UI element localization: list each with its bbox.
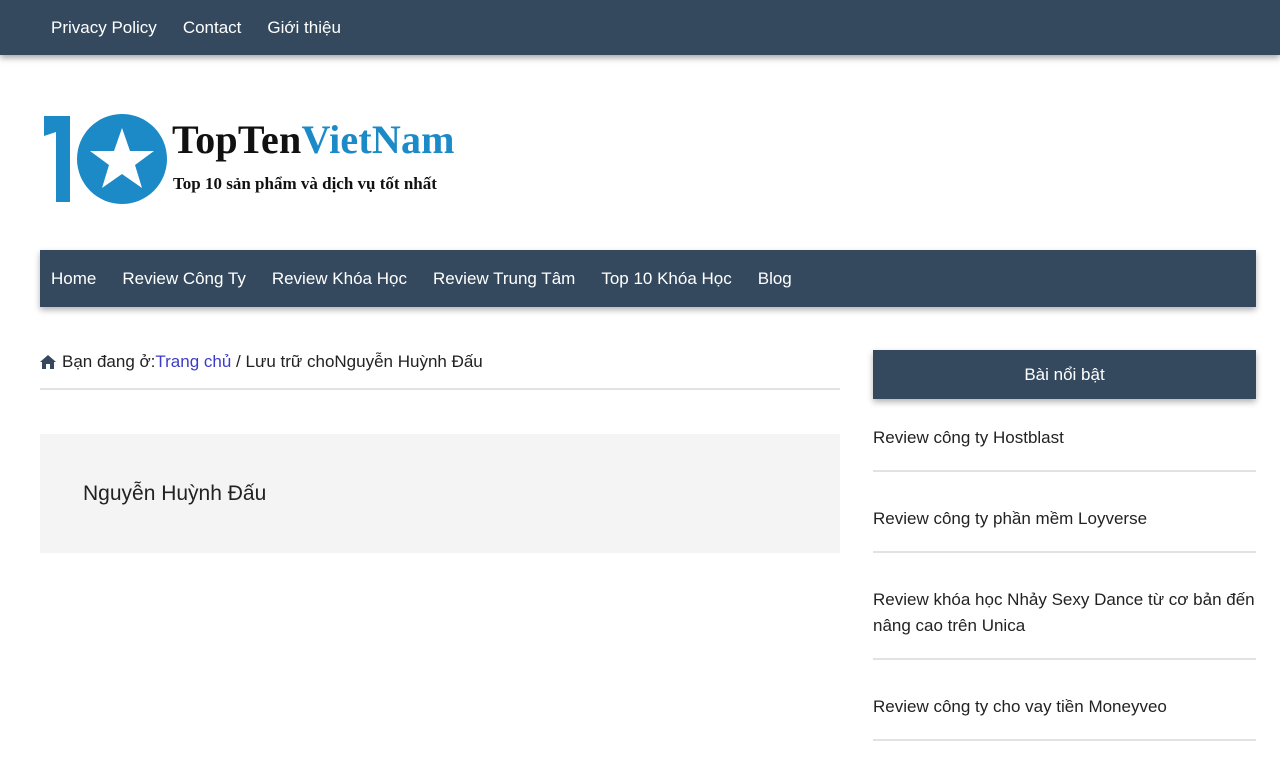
top-navigation: Privacy Policy Contact Giới thiệu	[0, 0, 1280, 55]
nav-blog[interactable]: Blog	[758, 269, 792, 289]
featured-post-link[interactable]: Review công ty cho vay tiền Moneyveo	[873, 697, 1167, 716]
breadcrumb-current: Lưu trữ choNguyễn Huỳnh Đấu	[245, 352, 483, 371]
list-item: Review công ty cho vay tiền Moneyveo	[873, 683, 1256, 741]
nav-top-10-khoa-hoc[interactable]: Top 10 Khóa Học	[601, 269, 731, 289]
breadcrumb: Bạn đang ở: Trang chủ / Lưu trữ choNguyễn…	[40, 352, 840, 390]
featured-post-link[interactable]: Review khóa học Nhảy Sexy Dance từ cơ bả…	[873, 590, 1255, 635]
top-nav-privacy-policy[interactable]: Privacy Policy	[51, 18, 157, 38]
list-item: Review công ty Hostblast	[873, 414, 1256, 472]
archive-header: Nguyễn Huỳnh Đấu	[40, 434, 840, 553]
nav-review-cong-ty[interactable]: Review Công Ty	[122, 269, 245, 289]
featured-posts-title: Bài nổi bật	[873, 350, 1256, 399]
home-icon	[40, 355, 56, 369]
breadcrumb-prefix: Bạn đang ở:	[62, 352, 156, 371]
featured-post-link[interactable]: Review công ty phần mềm Loyverse	[873, 509, 1147, 528]
archive-title: Nguyễn Huỳnh Đấu	[83, 481, 267, 505]
top-nav-contact[interactable]: Contact	[183, 18, 242, 38]
logo-title: TopTenVietNam	[172, 116, 455, 163]
nav-review-khoa-hoc[interactable]: Review Khóa Học	[272, 269, 407, 289]
logo-title-part1: TopTen	[172, 117, 302, 162]
featured-post-link[interactable]: Review công ty Hostblast	[873, 428, 1064, 447]
breadcrumb-home-link[interactable]: Trang chủ	[155, 352, 231, 372]
main-navigation: Home Review Công Ty Review Khóa Học Revi…	[40, 250, 1256, 307]
featured-posts-list: Review công ty Hostblast Review công ty …	[873, 414, 1256, 764]
logo-title-part2: VietNam	[301, 117, 455, 162]
list-item: Review công ty phần mềm Loyverse	[873, 495, 1256, 553]
star-10-logo-icon	[44, 114, 167, 204]
nav-review-trung-tam[interactable]: Review Trung Tâm	[433, 269, 575, 289]
list-item: Review khóa học Nhảy Sexy Dance từ cơ bả…	[873, 576, 1256, 660]
breadcrumb-separator: /	[231, 352, 246, 371]
site-logo[interactable]: TopTenVietNam Top 10 sản phẩm và dịch vụ…	[40, 110, 470, 210]
nav-home[interactable]: Home	[51, 269, 96, 289]
logo-tagline: Top 10 sản phẩm và dịch vụ tốt nhất	[173, 174, 437, 193]
top-nav-gioi-thieu[interactable]: Giới thiệu	[267, 18, 341, 38]
